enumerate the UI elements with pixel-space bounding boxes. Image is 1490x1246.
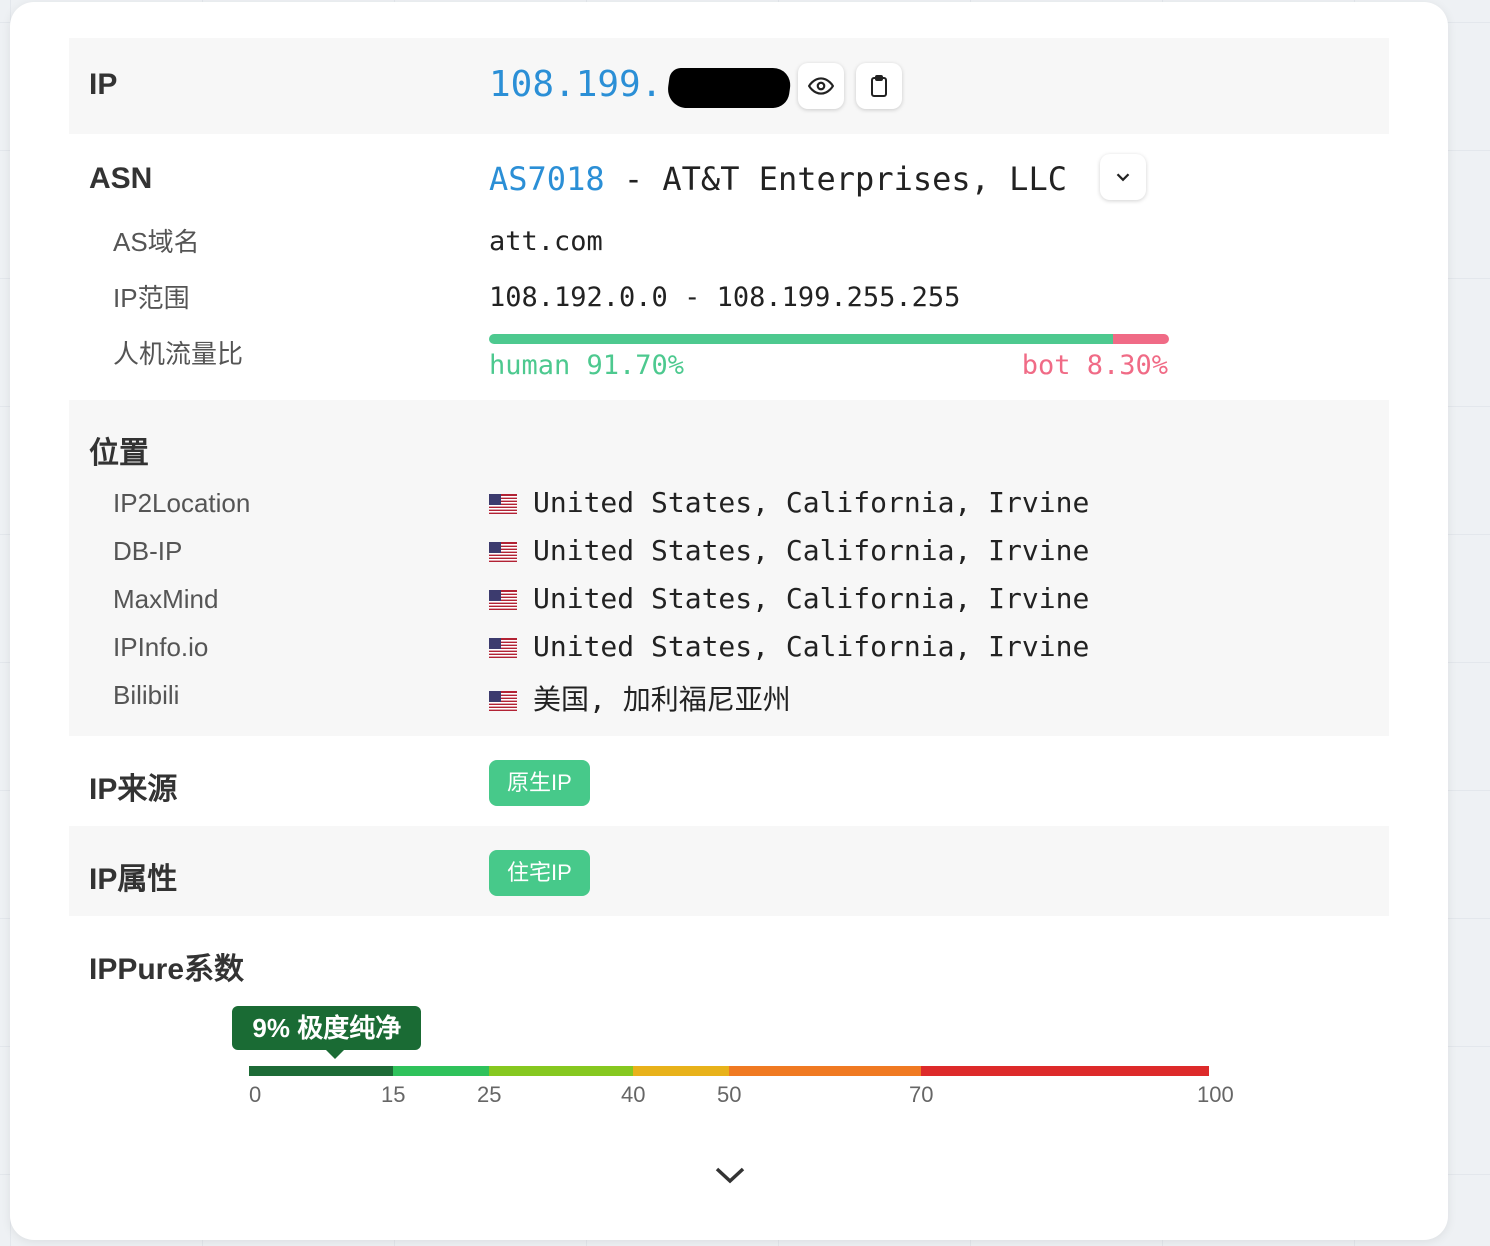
ippure-tick-label: 100 <box>1197 1082 1234 1107</box>
ippure-tick-label: 70 <box>909 1082 934 1107</box>
ippure-segment <box>633 1066 729 1076</box>
chevron-down-icon <box>1116 173 1130 182</box>
location-section: 位置 IP2Location United States, California,… <box>69 400 1389 736</box>
location-row: MaxMind United States, California, Irvine <box>69 580 1389 620</box>
location-text: 美国, 加利福尼亚州 <box>533 683 791 716</box>
location-source: Bilibili <box>113 680 180 710</box>
ippure-segment <box>729 1066 921 1076</box>
ip-range-value: 108.192.0.0 - 108.199.255.255 <box>489 282 961 313</box>
traffic-ratio-label: 人机流量比 <box>113 339 244 369</box>
us-flag-icon <box>489 638 517 658</box>
eye-icon <box>808 77 834 95</box>
ip-value[interactable]: 108.199. <box>489 64 662 105</box>
us-flag-icon <box>489 590 517 610</box>
traffic-ratio-bar <box>489 334 1169 344</box>
redaction-mark <box>665 68 793 108</box>
residential-ip-badge: 住宅IP <box>489 850 590 896</box>
as-domain-value: att.com <box>489 226 603 257</box>
ip-range-label: IP范围 <box>113 283 190 313</box>
ippure-segment <box>393 1066 489 1076</box>
location-text: United States, California, Irvine <box>533 582 1090 615</box>
ippure-tick-label: 15 <box>381 1082 406 1107</box>
asn-section: ASN AS7018 - AT&T Enterprises, LLC AS域名 … <box>69 134 1389 400</box>
ip-source-label: IP来源 <box>89 773 178 806</box>
ippure-segment <box>489 1066 633 1076</box>
human-percent: human 91.70% <box>489 350 685 381</box>
us-flag-icon <box>489 691 517 711</box>
location-source: MaxMind <box>113 584 219 614</box>
location-row: IPInfo.io United States, California, Irvi… <box>69 628 1389 668</box>
ip-attribute-row: IP属性 住宅IP <box>69 826 1389 916</box>
ippure-tick-label: 40 <box>621 1082 646 1107</box>
ippure-segment <box>921 1066 1209 1076</box>
location-value: United States, California, Irvine <box>489 534 1089 567</box>
as-domain-label: AS域名 <box>113 227 200 257</box>
clipboard-icon <box>871 75 887 97</box>
tooltip-pointer <box>326 1050 345 1059</box>
ip-source-row: IP来源 原生IP <box>69 736 1389 826</box>
location-row: DB-IP United States, California, Irvine <box>69 532 1389 572</box>
ip-label: IP <box>89 68 118 101</box>
bot-fill <box>1112 334 1169 344</box>
location-value: 美国, 加利福尼亚州 <box>489 678 791 718</box>
us-flag-icon <box>489 494 517 514</box>
ippure-segment <box>249 1066 393 1076</box>
ippure-tick-label: 0 <box>249 1082 262 1107</box>
expand-chevron-icon <box>715 1167 745 1184</box>
native-ip-badge: 原生IP <box>489 760 590 806</box>
location-label: 位置 <box>89 437 149 470</box>
show-ip-button[interactable] <box>798 63 844 109</box>
asn-label: ASN <box>89 162 153 195</box>
asn-expand-button[interactable] <box>1100 154 1146 200</box>
bot-percent: bot 8.30% <box>1021 350 1168 381</box>
location-text: United States, California, Irvine <box>533 534 1090 567</box>
ippure-tick-label: 25 <box>477 1082 502 1107</box>
ippure-score-tooltip: 9% 极度纯净 <box>232 1006 422 1059</box>
location-value: United States, California, Irvine <box>489 486 1089 519</box>
location-source: IPInfo.io <box>113 632 209 662</box>
location-source: DB-IP <box>113 536 183 566</box>
location-text: United States, California, Irvine <box>533 630 1090 663</box>
copy-ip-button[interactable] <box>856 63 902 109</box>
ippure-score-text: 9% 极度纯净 <box>252 1013 402 1043</box>
asn-number-link[interactable]: AS7018 <box>489 160 605 198</box>
location-row: Bilibili 美国, 加利福尼亚州 <box>69 676 1389 716</box>
ippure-tick-label: 50 <box>717 1082 742 1107</box>
asn-name: - AT&T Enterprises, LLC <box>623 160 1067 198</box>
location-value: United States, California, Irvine <box>489 582 1089 615</box>
human-fill <box>489 334 1113 344</box>
us-flag-icon <box>489 542 517 562</box>
asn-value: AS7018 - AT&T Enterprises, LLC <box>489 160 1067 198</box>
ippure-label: IPPure系数 <box>89 953 245 986</box>
location-text: United States, California, Irvine <box>533 486 1090 519</box>
location-source: IP2Location <box>113 488 251 518</box>
location-value: United States, California, Irvine <box>489 630 1089 663</box>
ip-info-card: IP 108.199. ASN AS7018 - AT&T Enterprise… <box>10 2 1448 1240</box>
ip-attribute-label: IP属性 <box>89 863 178 896</box>
location-row: IP2Location United States, California, Ir… <box>69 484 1389 524</box>
expand-more-button[interactable] <box>710 1160 750 1190</box>
